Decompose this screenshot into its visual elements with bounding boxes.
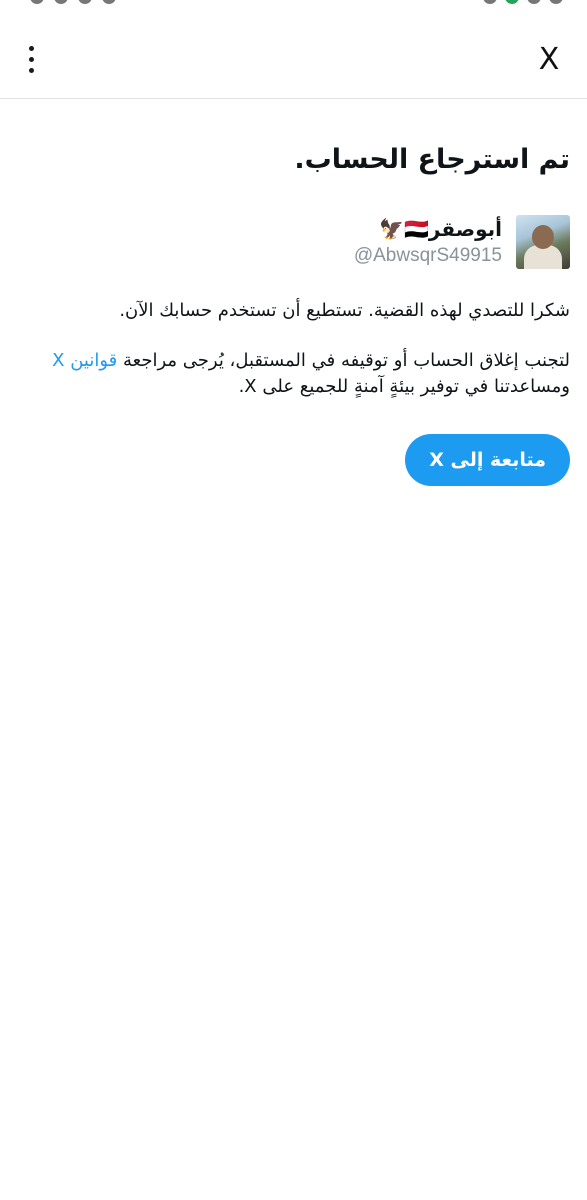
main-content: تم استرجاع الحساب. أبوصقر🇾🇪🦅 @AbwsqrS499… bbox=[17, 140, 570, 486]
status-bar bbox=[0, 0, 587, 8]
guidance-prefix: لتجنب إغلاق الحساب أو توقيفه في المستقبل… bbox=[117, 350, 570, 371]
app-bar: X bbox=[0, 20, 587, 99]
more-vertical-icon bbox=[28, 45, 34, 51]
more-options-button[interactable] bbox=[16, 42, 46, 76]
youtube-icon bbox=[483, 0, 497, 4]
whatsapp-icon bbox=[505, 0, 519, 4]
guidance-suffix: ومساعدتنا في توفير بيئةٍ آمنةٍ للجميع عل… bbox=[238, 376, 570, 397]
battery-icon bbox=[30, 0, 44, 4]
facebook-icon bbox=[549, 0, 563, 4]
account-card: أبوصقر🇾🇪🦅 @AbwsqrS49915 bbox=[17, 214, 570, 270]
continue-to-x-button[interactable]: متابعة إلى X bbox=[405, 434, 570, 486]
more-vertical-icon-dot bbox=[28, 56, 34, 62]
facebook-icon bbox=[527, 0, 541, 4]
rules-link[interactable]: قوانين X bbox=[52, 350, 117, 371]
display-name: أبوصقر🇾🇪🦅 bbox=[379, 217, 502, 241]
guidance-message: لتجنب إغلاق الحساب أو توقيفه في المستقبل… bbox=[17, 348, 570, 400]
signal-icon bbox=[54, 0, 68, 4]
account-text: أبوصقر🇾🇪🦅 @AbwsqrS49915 bbox=[354, 215, 502, 269]
close-button[interactable]: X bbox=[529, 38, 569, 82]
account-handle: @AbwsqrS49915 bbox=[353, 245, 502, 266]
page-title: تم استرجاع الحساب. bbox=[294, 144, 570, 175]
avatar-face bbox=[532, 225, 554, 249]
status-icons-left bbox=[30, 0, 116, 4]
mute-icon bbox=[102, 0, 116, 4]
avatar bbox=[516, 215, 570, 269]
alarm-icon bbox=[78, 0, 92, 4]
status-icons-right bbox=[483, 0, 563, 4]
more-vertical-icon-dot bbox=[28, 67, 34, 73]
thanks-message: شكرا للتصدي لهذه القضية. تستطيع أن تستخد… bbox=[119, 300, 570, 321]
